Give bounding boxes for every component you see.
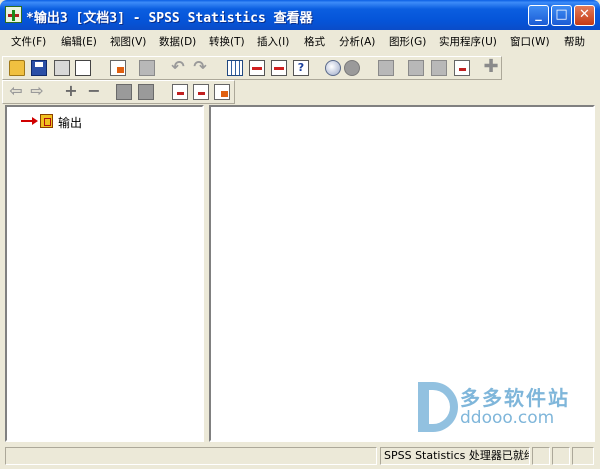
expand-icon[interactable]: +: [63, 83, 79, 100]
variables-icon[interactable]: ?: [293, 60, 309, 76]
goto-case-icon[interactable]: [249, 60, 265, 76]
open-folder-icon[interactable]: [9, 60, 25, 76]
insert-heading-icon[interactable]: [172, 84, 188, 100]
hide-icon[interactable]: [138, 84, 154, 100]
spss-app-icon[interactable]: [5, 6, 22, 23]
undo-icon[interactable]: ↶: [170, 59, 186, 76]
menu-analyze[interactable]: 分析(A): [339, 34, 375, 49]
standard-toolbar: ↶ ↷ ? ✚: [2, 56, 502, 80]
menu-bar: 文件(F) 编辑(E) 视图(V) 数据(D) 转换(T) 插入(I) 格式 分…: [0, 30, 600, 52]
export-icon[interactable]: [110, 60, 126, 76]
window-title: *输出3 [文档3] - SPSS Statistics 查看器: [26, 11, 313, 26]
shop-icon[interactable]: [431, 60, 447, 76]
gray-doc-icon[interactable]: [139, 60, 155, 76]
watermark-url: ddooo.com: [460, 408, 555, 428]
title-bar[interactable]: *输出3 [文档3] - SPSS Statistics 查看器 _ □ ✕: [0, 0, 600, 30]
add-icon[interactable]: ✚: [483, 58, 499, 76]
maximize-button[interactable]: □: [551, 5, 572, 26]
menu-transform[interactable]: 转换(T): [209, 34, 245, 49]
save-icon[interactable]: [31, 60, 47, 76]
forward-arrow-icon[interactable]: ⇨: [29, 83, 45, 100]
print-preview-icon[interactable]: [75, 60, 91, 76]
pivot-icon[interactable]: [454, 60, 470, 76]
menu-format[interactable]: 格式: [304, 34, 325, 49]
menu-window[interactable]: 窗口(W): [510, 34, 550, 49]
insert-text-icon[interactable]: [214, 84, 230, 100]
watermark-name: 多多软件站: [460, 386, 570, 410]
menu-view[interactable]: 视图(V): [110, 34, 146, 49]
status-cell-1: [532, 447, 550, 465]
print-icon[interactable]: [54, 60, 70, 76]
menu-help[interactable]: 帮助: [564, 34, 585, 49]
menu-graphs[interactable]: 图形(G): [389, 34, 426, 49]
show-icon[interactable]: [116, 84, 132, 100]
status-cell-2: [552, 447, 570, 465]
menu-data[interactable]: 数据(D): [159, 34, 196, 49]
menu-utilities[interactable]: 实用程序(U): [439, 34, 497, 49]
back-arrow-icon[interactable]: ⇦: [8, 83, 24, 100]
output-book-icon: [40, 114, 53, 128]
redo-icon[interactable]: ↷: [192, 59, 208, 76]
tree-item-label: 输出: [58, 116, 83, 130]
minimize-button[interactable]: _: [528, 5, 549, 26]
show-all-icon[interactable]: [344, 60, 360, 76]
status-message: [5, 447, 377, 465]
menu-edit[interactable]: 编辑(E): [61, 34, 97, 49]
menu-insert[interactable]: 插入(I): [257, 34, 289, 49]
status-bar: SPSS Statistics 处理器已就绪: [0, 444, 600, 469]
processor-status: SPSS Statistics 处理器已就绪: [380, 447, 530, 465]
menu-file[interactable]: 文件(F): [11, 34, 46, 49]
outline-toolbar: ⇦ ⇨ + −: [2, 80, 235, 104]
insert-cases-icon[interactable]: [378, 60, 394, 76]
insert-title-icon[interactable]: [193, 84, 209, 100]
collapse-icon[interactable]: −: [86, 83, 102, 100]
goto-variable-icon[interactable]: [271, 60, 287, 76]
current-item-arrow-icon: [21, 117, 39, 126]
use-sets-icon[interactable]: [325, 60, 341, 76]
outline-pane[interactable]: 输出: [5, 105, 204, 442]
close-button[interactable]: ✕: [574, 5, 595, 26]
data-editor-icon[interactable]: [227, 60, 243, 76]
status-cell-3: [572, 447, 594, 465]
insert-output-icon[interactable]: [408, 60, 424, 76]
